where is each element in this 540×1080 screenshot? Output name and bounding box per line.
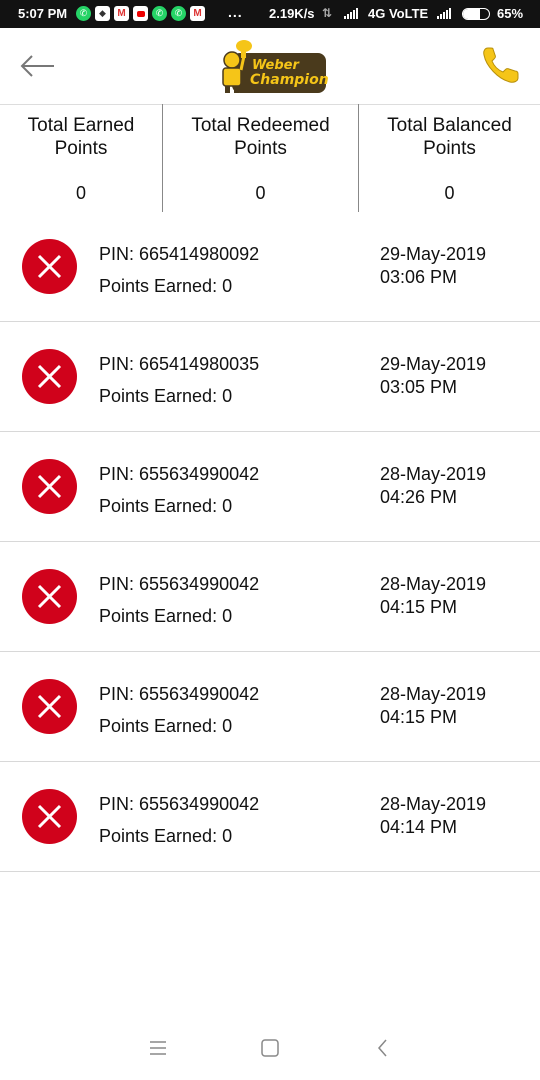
transaction-date: 29-May-2019 <box>380 244 487 264</box>
pin-text: PIN: 655634990042 <box>99 464 260 484</box>
battery-level <box>463 9 480 19</box>
points-earned: Points Earned: 0 <box>99 826 233 846</box>
points-earned: Points Earned: 0 <box>99 386 233 406</box>
network-type: 4G VoLTE <box>368 6 429 21</box>
app-bar: Weber Champion <box>0 28 540 105</box>
youtube-icon <box>133 6 148 21</box>
transaction-date: 28-May-2019 <box>380 684 487 704</box>
summary-balanced: Total Balanced Points 0 <box>359 104 540 212</box>
list-item[interactable]: PIN: 655634990042 Points Earned: 0 28-Ma… <box>0 432 540 542</box>
list-item[interactable]: PIN: 655634990042 Points Earned: 0 28-Ma… <box>0 542 540 652</box>
summary-label: Total Redeemed Points <box>191 115 330 159</box>
points-earned: Points Earned: 0 <box>99 276 233 296</box>
rejected-x-icon <box>22 349 77 404</box>
summary-value: 0 <box>255 183 266 203</box>
call-button[interactable] <box>478 42 524 88</box>
transaction-date: 28-May-2019 <box>380 574 487 594</box>
gmail-icon: M <box>190 6 205 21</box>
transaction-list: PIN: 665414980092 Points Earned: 0 29-Ma… <box>0 212 540 872</box>
rejected-x-icon <box>22 569 77 624</box>
battery-icon <box>462 8 490 20</box>
pin-text: PIN: 665414980035 <box>99 354 260 374</box>
back-icon <box>378 1039 387 1057</box>
signal-icon <box>344 8 358 19</box>
data-transfer-icon: ⇅ <box>322 6 333 20</box>
app-icon: ◆ <box>95 6 110 21</box>
points-earned: Points Earned: 0 <box>99 496 233 516</box>
back-button[interactable] <box>18 48 58 84</box>
whatsapp-icon: ✆ <box>76 6 91 21</box>
net-speed: 2.19K/s <box>269 6 315 21</box>
screen: 5:07 PM ✆ ◆ M ✆ ✆ M ... 2.19K/s ⇅ 4G VoL… <box>0 0 540 1080</box>
pin-text: PIN: 655634990042 <box>99 794 260 814</box>
list-item[interactable]: PIN: 665414980035 Points Earned: 0 29-Ma… <box>0 322 540 432</box>
pin-text: PIN: 665414980092 <box>99 244 260 264</box>
summary-redeemed: Total Redeemed Points 0 <box>163 104 359 212</box>
logo-line2: Champion <box>250 72 329 88</box>
gmail-icon: M <box>114 6 129 21</box>
status-bar: 5:07 PM ✆ ◆ M ✆ ✆ M ... 2.19K/s ⇅ 4G VoL… <box>0 0 540 28</box>
list-item[interactable]: PIN: 665414980092 Points Earned: 0 29-Ma… <box>0 212 540 322</box>
home-icon <box>261 1039 279 1057</box>
summary-value: 0 <box>444 183 455 203</box>
transaction-date: 29-May-2019 <box>380 354 487 374</box>
summary-label: Total Balanced Points <box>387 115 512 159</box>
more-notifications: ... <box>228 4 243 20</box>
transaction-time: 04:14 PM <box>380 817 458 837</box>
transaction-time: 04:15 PM <box>380 597 458 617</box>
menu-icon <box>150 1041 166 1055</box>
menu-button[interactable] <box>146 1036 170 1060</box>
whatsapp-icon: ✆ <box>171 6 186 21</box>
points-earned: Points Earned: 0 <box>99 606 233 626</box>
summary-label: Total Earned Points <box>27 115 135 159</box>
transaction-date: 28-May-2019 <box>380 464 487 484</box>
home-button[interactable] <box>258 1036 282 1060</box>
transaction-time: 03:06 PM <box>380 267 458 287</box>
list-item[interactable]: PIN: 655634990042 Points Earned: 0 28-Ma… <box>0 652 540 762</box>
logo-line1: Weber <box>252 58 299 73</box>
transaction-date: 28-May-2019 <box>380 794 487 814</box>
summary-earned: Total Earned Points 0 <box>0 104 163 212</box>
list-item[interactable]: PIN: 655634990042 Points Earned: 0 28-Ma… <box>0 762 540 872</box>
system-nav-bar <box>0 1016 540 1080</box>
points-earned: Points Earned: 0 <box>99 716 233 736</box>
phone-icon <box>483 47 519 83</box>
transaction-time: 04:26 PM <box>380 487 458 507</box>
rejected-x-icon <box>22 239 77 294</box>
transaction-time: 04:15 PM <box>380 707 458 727</box>
rejected-x-icon <box>22 459 77 514</box>
notification-icons: ✆ ◆ M ✆ ✆ M <box>76 6 205 21</box>
rejected-x-icon <box>22 679 77 734</box>
whatsapp-icon: ✆ <box>152 6 167 21</box>
summary-value: 0 <box>75 183 86 203</box>
points-summary: Total Earned Points 0 Total Redeemed Poi… <box>0 104 540 213</box>
battery-percent: 65% <box>497 6 524 21</box>
pin-text: PIN: 655634990042 <box>99 684 260 704</box>
status-time: 5:07 PM <box>18 6 68 21</box>
pin-text: PIN: 655634990042 <box>99 574 260 594</box>
rejected-x-icon <box>22 789 77 844</box>
back-arrow-icon <box>20 55 54 77</box>
transaction-time: 03:05 PM <box>380 377 458 397</box>
weber-champion-logo: Weber Champion <box>214 38 329 94</box>
nav-back-button[interactable] <box>371 1036 395 1060</box>
signal-icon-2 <box>437 8 451 19</box>
